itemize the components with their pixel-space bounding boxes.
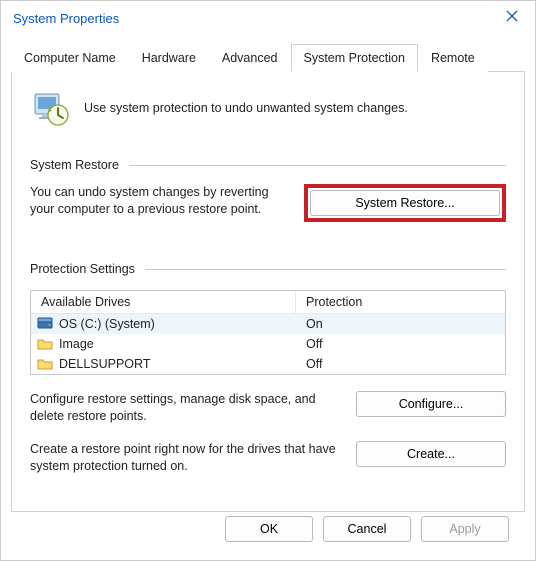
drives-table: Available Drives Protection OS (C:) (Sys…	[30, 290, 506, 375]
ok-button[interactable]: OK	[225, 516, 313, 542]
system-restore-row: You can undo system changes by reverting…	[30, 184, 506, 222]
tab-remote[interactable]: Remote	[418, 44, 488, 72]
section-title-protection: Protection Settings	[30, 262, 135, 276]
apply-button: Apply	[421, 516, 509, 542]
section-system-restore-header: System Restore	[30, 158, 506, 172]
configure-text: Configure restore settings, manage disk …	[30, 391, 342, 425]
drive-protection-label: On	[296, 316, 505, 332]
drive-protection-label: Off	[296, 336, 505, 352]
drive-row[interactable]: Image Off	[31, 334, 505, 354]
drive-row[interactable]: OS (C:) (System) On	[31, 314, 505, 334]
system-restore-text: You can undo system changes by reverting…	[30, 184, 290, 218]
drives-header-row: Available Drives Protection	[31, 291, 505, 314]
cancel-button[interactable]: Cancel	[323, 516, 411, 542]
folder-icon	[37, 337, 53, 351]
drive-name-label: Image	[59, 337, 94, 351]
system-protection-icon	[30, 88, 70, 128]
drive-protection-label: Off	[296, 356, 505, 372]
drive-name-label: DELLSUPPORT	[59, 357, 150, 371]
tab-advanced[interactable]: Advanced	[209, 44, 291, 72]
dialog-button-row: OK Cancel Apply	[11, 512, 525, 546]
drive-row[interactable]: DELLSUPPORT Off	[31, 354, 505, 374]
divider	[129, 165, 506, 166]
titlebar: System Properties	[1, 1, 535, 35]
create-row: Create a restore point right now for the…	[30, 441, 506, 475]
intro-text: Use system protection to undo unwanted s…	[84, 101, 408, 115]
tab-hardware[interactable]: Hardware	[129, 44, 209, 72]
disk-icon	[37, 317, 53, 331]
create-button[interactable]: Create...	[356, 441, 506, 467]
tab-computer-name[interactable]: Computer Name	[11, 44, 129, 72]
system-properties-window: System Properties Computer Name Hardware…	[0, 0, 536, 561]
content-area: Computer Name Hardware Advanced System P…	[1, 35, 535, 560]
highlight-box: System Restore...	[304, 184, 506, 222]
window-title: System Properties	[13, 11, 119, 26]
tab-panel: Use system protection to undo unwanted s…	[11, 72, 525, 512]
col-protection[interactable]: Protection	[296, 291, 505, 313]
tab-strip: Computer Name Hardware Advanced System P…	[11, 43, 525, 72]
col-available-drives[interactable]: Available Drives	[31, 291, 296, 313]
tab-system-protection[interactable]: System Protection	[291, 44, 418, 72]
divider	[145, 269, 506, 270]
close-icon	[506, 9, 518, 27]
system-restore-button[interactable]: System Restore...	[310, 190, 500, 216]
configure-button[interactable]: Configure...	[356, 391, 506, 417]
section-title-restore: System Restore	[30, 158, 119, 172]
configure-row: Configure restore settings, manage disk …	[30, 391, 506, 425]
section-protection-header: Protection Settings	[30, 262, 506, 276]
close-button[interactable]	[489, 1, 535, 35]
drive-name-label: OS (C:) (System)	[59, 317, 155, 331]
folder-icon	[37, 357, 53, 371]
create-text: Create a restore point right now for the…	[30, 441, 342, 475]
intro-row: Use system protection to undo unwanted s…	[30, 88, 506, 128]
